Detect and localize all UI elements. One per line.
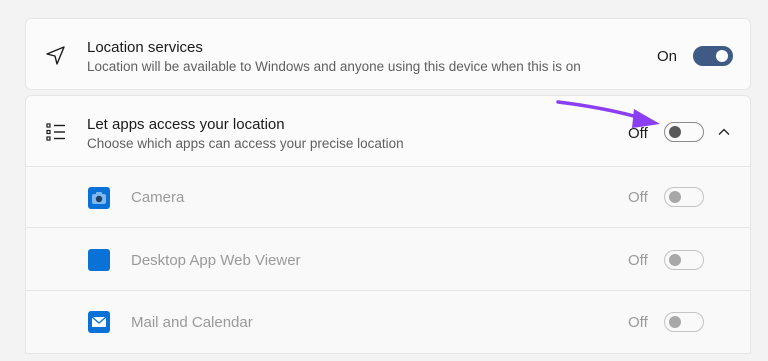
camera-toggle[interactable] xyxy=(664,187,704,207)
app-state-web-viewer: Off xyxy=(628,252,648,269)
location-services-card: Location services Location will be avail… xyxy=(25,18,751,90)
app-name-camera: Camera xyxy=(131,189,185,206)
toggle-knob xyxy=(716,50,728,62)
web-viewer-toggle[interactable] xyxy=(664,250,704,270)
camera-app-icon xyxy=(88,187,110,209)
toggle-knob xyxy=(669,126,681,138)
toggle-knob xyxy=(669,254,681,266)
mail-toggle[interactable] xyxy=(664,312,704,332)
toggle-knob xyxy=(669,191,681,203)
apps-access-subtitle: Choose which apps can access your precis… xyxy=(87,136,404,151)
mail-app-icon xyxy=(88,311,110,333)
location-services-state: On xyxy=(657,48,678,65)
app-name-web-viewer: Desktop App Web Viewer xyxy=(131,252,301,269)
location-services-toggle[interactable] xyxy=(693,46,733,66)
apps-access-title: Let apps access your location xyxy=(87,116,285,133)
toggle-knob xyxy=(669,316,681,328)
chevron-up-icon[interactable] xyxy=(716,124,732,140)
app-row-web-viewer: Desktop App Web Viewer Off xyxy=(25,228,751,291)
navigation-arrow-icon xyxy=(44,43,68,67)
app-state-camera: Off xyxy=(628,189,648,206)
app-row-mail: Mail and Calendar Off xyxy=(25,291,751,354)
web-viewer-app-icon xyxy=(88,249,110,271)
app-row-camera: Camera Off xyxy=(25,167,751,228)
list-icon xyxy=(44,120,68,144)
app-state-mail: Off xyxy=(628,314,648,331)
location-services-title: Location services xyxy=(87,39,203,56)
location-services-subtitle: Location will be available to Windows an… xyxy=(87,59,581,74)
purple-arrow-icon xyxy=(548,96,668,136)
app-name-mail: Mail and Calendar xyxy=(131,314,253,331)
apps-access-toggle[interactable] xyxy=(664,122,704,142)
